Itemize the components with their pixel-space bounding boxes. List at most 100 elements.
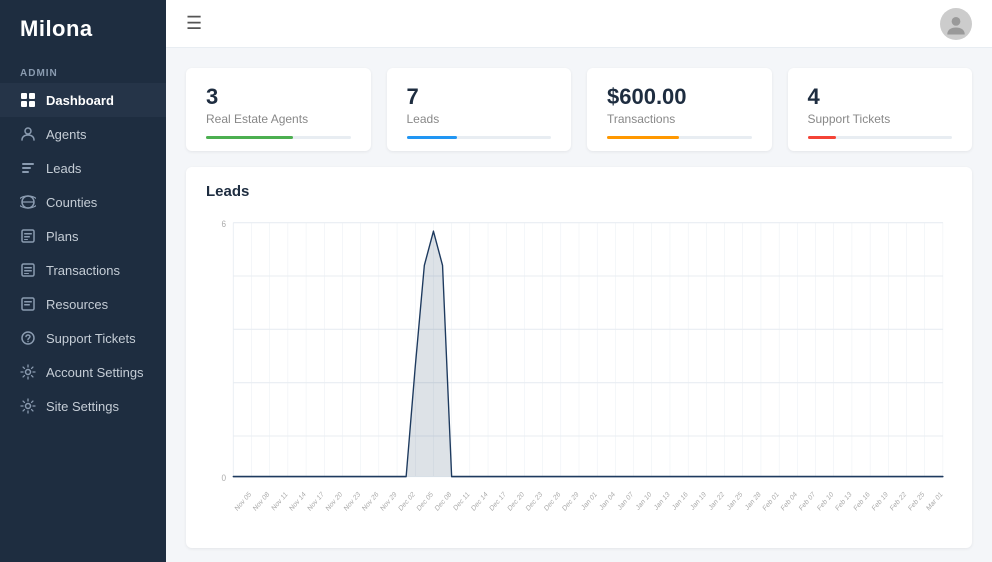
admin-section-label: ADMIN	[0, 58, 166, 83]
svg-text:Feb 01: Feb 01	[762, 491, 781, 513]
sidebar-item-plans[interactable]: Plans	[0, 219, 166, 253]
agents-icon	[20, 126, 36, 142]
svg-text:Dec 26: Dec 26	[543, 491, 562, 513]
svg-text:Dec 05: Dec 05	[416, 491, 435, 513]
sidebar-item-label: Dashboard	[46, 93, 114, 108]
svg-text:Nov 11: Nov 11	[271, 491, 290, 513]
svg-text:Dec 14: Dec 14	[471, 491, 490, 513]
svg-text:6: 6	[221, 218, 226, 229]
counties-icon	[20, 194, 36, 210]
transactions-icon	[20, 262, 36, 278]
svg-text:Nov 29: Nov 29	[380, 491, 399, 513]
sidebar-item-label: Counties	[46, 195, 97, 210]
sidebar-item-support-tickets[interactable]: Support Tickets	[0, 321, 166, 355]
sidebar-item-site-settings[interactable]: Site Settings	[0, 389, 166, 423]
stat-bar	[206, 136, 293, 139]
svg-text:Feb 25: Feb 25	[907, 491, 926, 513]
svg-text:Nov 23: Nov 23	[343, 491, 362, 513]
stats-row: 3 Real Estate Agents 7 Leads $600.00 Tra…	[186, 68, 972, 151]
sidebar-item-counties[interactable]: Counties	[0, 185, 166, 219]
sidebar-item-label: Resources	[46, 297, 108, 312]
sidebar-item-account-settings[interactable]: Account Settings	[0, 355, 166, 389]
svg-text:Dec 02: Dec 02	[398, 491, 417, 513]
stat-value: 3	[206, 84, 351, 110]
svg-text:Feb 22: Feb 22	[889, 491, 908, 513]
content-area: 3 Real Estate Agents 7 Leads $600.00 Tra…	[166, 48, 992, 562]
svg-text:Feb 16: Feb 16	[853, 491, 872, 513]
chart-wrapper: 6 0	[206, 212, 952, 532]
site-icon	[20, 398, 36, 414]
svg-text:Feb 13: Feb 13	[835, 491, 854, 513]
stat-label: Real Estate Agents	[206, 112, 351, 126]
stat-card-agents: 3 Real Estate Agents	[186, 68, 371, 151]
user-avatar[interactable]	[940, 8, 972, 40]
svg-text:Nov 14: Nov 14	[289, 491, 308, 513]
svg-text:Jan 16: Jan 16	[671, 491, 689, 512]
svg-text:Jan 01: Jan 01	[580, 491, 598, 512]
svg-text:Feb 10: Feb 10	[816, 491, 835, 513]
chart-title: Leads	[206, 183, 952, 200]
svg-text:Jan 28: Jan 28	[744, 491, 762, 512]
svg-text:Feb 07: Feb 07	[798, 491, 817, 513]
sidebar-item-leads[interactable]: Leads	[0, 151, 166, 185]
svg-text:Dec 23: Dec 23	[525, 491, 544, 513]
dashboard-icon	[20, 92, 36, 108]
hamburger-icon[interactable]: ☰	[186, 13, 202, 34]
leads-chart-svg: 6 0	[206, 212, 952, 532]
chart-card-leads: Leads 6 0	[186, 167, 972, 548]
stat-bar	[808, 136, 837, 139]
stat-bar-bg	[206, 136, 351, 139]
resources-icon	[20, 296, 36, 312]
stat-card-support: 4 Support Tickets	[788, 68, 973, 151]
sidebar-item-label: Leads	[46, 161, 81, 176]
app-logo: Milona	[0, 0, 166, 58]
svg-text:Nov 08: Nov 08	[252, 491, 271, 513]
svg-text:Dec 20: Dec 20	[507, 491, 526, 513]
svg-text:Dec 11: Dec 11	[453, 491, 472, 513]
svg-text:0: 0	[221, 472, 226, 483]
plans-icon	[20, 228, 36, 244]
svg-text:Jan 25: Jan 25	[726, 491, 744, 512]
svg-text:Jan 07: Jan 07	[617, 491, 635, 512]
stat-value: 7	[407, 84, 552, 110]
avatar-icon	[942, 10, 970, 38]
sidebar-item-resources[interactable]: Resources	[0, 287, 166, 321]
sidebar-item-agents[interactable]: Agents	[0, 117, 166, 151]
svg-text:Jan 04: Jan 04	[599, 491, 617, 512]
sidebar-item-label: Agents	[46, 127, 86, 142]
stat-card-leads: 7 Leads	[387, 68, 572, 151]
sidebar-item-dashboard[interactable]: Dashboard	[0, 83, 166, 117]
sidebar-item-label: Plans	[46, 229, 79, 244]
sidebar-item-label: Transactions	[46, 263, 120, 278]
stat-bar-bg	[407, 136, 552, 139]
sidebar-item-label: Account Settings	[46, 365, 144, 380]
svg-text:Dec 08: Dec 08	[434, 491, 453, 513]
stat-label: Transactions	[607, 112, 752, 126]
svg-text:Jan 13: Jan 13	[653, 491, 671, 512]
svg-text:Jan 10: Jan 10	[635, 491, 653, 512]
svg-text:Mar 01: Mar 01	[926, 491, 945, 513]
leads-icon	[20, 160, 36, 176]
sidebar-item-label: Site Settings	[46, 399, 119, 414]
account-icon	[20, 364, 36, 380]
stat-bar-bg	[607, 136, 752, 139]
sidebar-item-label: Support Tickets	[46, 331, 136, 346]
svg-text:Nov 26: Nov 26	[361, 491, 380, 513]
svg-text:Nov 20: Nov 20	[325, 491, 344, 513]
stat-value: 4	[808, 84, 953, 110]
main-area: ☰ 3 Real Estate Agents 7 Leads	[166, 0, 992, 562]
stat-label: Leads	[407, 112, 552, 126]
stat-bar-bg	[808, 136, 953, 139]
stat-label: Support Tickets	[808, 112, 953, 126]
svg-text:Jan 22: Jan 22	[708, 491, 726, 512]
stat-value: $600.00	[607, 84, 752, 110]
svg-text:Feb 19: Feb 19	[871, 491, 890, 513]
svg-text:Feb 04: Feb 04	[780, 491, 799, 513]
stat-card-transactions: $600.00 Transactions	[587, 68, 772, 151]
sidebar-item-transactions[interactable]: Transactions	[0, 253, 166, 287]
svg-text:Dec 17: Dec 17	[489, 491, 508, 513]
topbar: ☰	[166, 0, 992, 48]
svg-text:Nov 17: Nov 17	[307, 491, 326, 513]
svg-text:Nov 05: Nov 05	[234, 491, 253, 513]
svg-text:Jan 19: Jan 19	[690, 491, 708, 512]
